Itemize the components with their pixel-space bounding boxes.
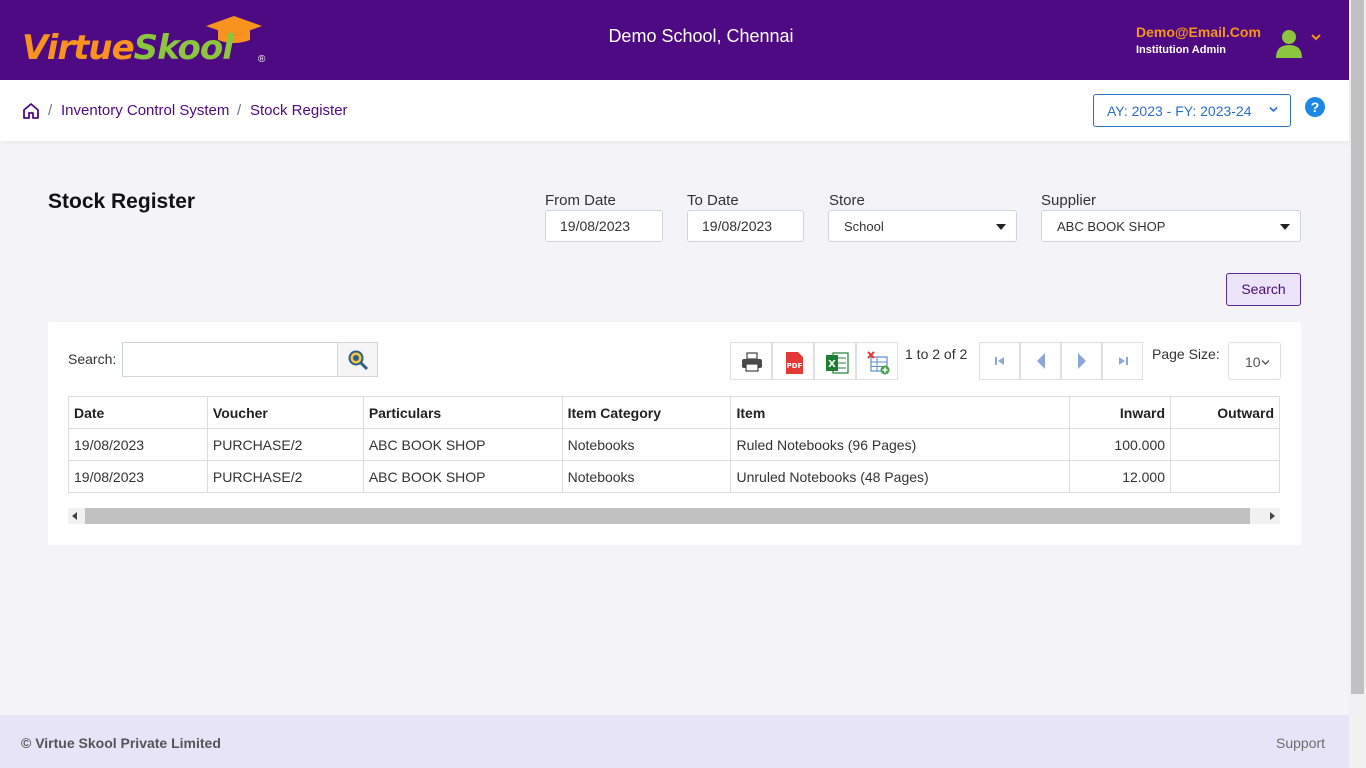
store-label: Store <box>829 192 865 209</box>
column-chooser-button[interactable] <box>856 342 898 380</box>
from-date-label: From Date <box>545 192 616 209</box>
print-button[interactable] <box>730 342 772 380</box>
column-header-item[interactable]: Item <box>730 396 1071 429</box>
support-link[interactable]: Support <box>1276 735 1325 751</box>
breadcrumb-separator: / <box>237 102 242 119</box>
scroll-left-icon[interactable] <box>72 512 77 520</box>
cell-date: 19/08/2023 <box>68 460 208 493</box>
cell-outward <box>1170 460 1280 493</box>
first-page-icon <box>995 357 1004 365</box>
horizontal-scrollbar[interactable] <box>68 508 1280 524</box>
column-header-outward[interactable]: Outward <box>1170 396 1280 429</box>
page-size-select[interactable]: 10 <box>1228 342 1281 380</box>
school-name: Demo School, Chennai <box>608 26 794 46</box>
table-header-row: Date Voucher Particulars Item Category I… <box>68 396 1280 429</box>
previous-page-button[interactable] <box>1020 342 1061 380</box>
last-page-icon <box>1119 357 1128 365</box>
page-title: Stock Register <box>48 190 196 213</box>
from-date-input[interactable]: 19/08/2023 <box>545 210 663 242</box>
pdf-icon: PDF <box>786 352 803 374</box>
svg-text:X: X <box>828 359 836 370</box>
cell-particulars: ABC BOOK SHOP <box>362 428 563 461</box>
to-date-label: To Date <box>687 192 739 209</box>
stock-register-table: Date Voucher Particulars Item Category I… <box>68 396 1280 493</box>
breadcrumb-bar: / Inventory Control System / Stock Regis… <box>0 80 1349 141</box>
chevron-down-icon[interactable] <box>1311 33 1321 41</box>
brand-part2: Skool <box>133 28 234 68</box>
export-excel-button[interactable]: X <box>814 342 856 380</box>
user-role: Institution Admin <box>1136 44 1227 56</box>
copyright-text: © Virtue Skool Private Limited <box>21 735 221 751</box>
grid-search-input[interactable] <box>122 342 337 377</box>
help-icon[interactable]: ? <box>1305 97 1325 117</box>
supplier-label: Supplier <box>1041 192 1097 209</box>
academic-year-value: AY: 2023 - FY: 2023-24 <box>1107 103 1252 119</box>
to-date-input[interactable]: 19/08/2023 <box>687 210 804 242</box>
first-page-button[interactable] <box>979 342 1020 380</box>
next-page-button[interactable] <box>1061 342 1102 380</box>
cell-item: Unruled Notebooks (48 Pages) <box>730 460 1071 493</box>
vertical-scrollbar[interactable] <box>1349 0 1366 768</box>
cell-inward: 100.000 <box>1069 428 1172 461</box>
stock-register-card: Search: PDF X 1 to 2 of 2 Page Size: 10 … <box>48 322 1301 545</box>
supplier-select[interactable]: ABC BOOK SHOP <box>1041 210 1301 242</box>
breadcrumb-separator: / <box>48 102 53 119</box>
record-count: 1 to 2 of 2 <box>905 346 968 362</box>
chevron-down-icon <box>1269 106 1278 113</box>
cell-particulars: ABC BOOK SHOP <box>362 460 563 493</box>
cell-outward <box>1170 428 1280 461</box>
footer: © Virtue Skool Private Limited Support <box>0 715 1349 768</box>
cell-inward: 12.000 <box>1069 460 1172 493</box>
page-size-label: Page Size: <box>1152 346 1220 362</box>
virtueskool-logo[interactable]: VirtueSkool ® <box>22 14 272 70</box>
chevron-down-icon <box>1261 360 1270 365</box>
grid-search-label: Search: <box>68 351 117 367</box>
column-header-inward[interactable]: Inward <box>1069 396 1172 429</box>
table-settings-icon <box>867 351 890 375</box>
excel-icon: X <box>826 352 849 374</box>
cell-item-category: Notebooks <box>561 460 732 493</box>
breadcrumb-inventory[interactable]: Inventory Control System <box>61 102 229 119</box>
scrollbar-thumb[interactable] <box>1351 0 1364 694</box>
academic-year-select[interactable]: AY: 2023 - FY: 2023-24 <box>1093 94 1291 127</box>
column-header-particulars[interactable]: Particulars <box>362 396 563 429</box>
grid-search-button[interactable] <box>337 342 378 377</box>
store-value: School <box>844 219 884 234</box>
magnifier-icon <box>348 350 369 371</box>
cell-item: Ruled Notebooks (96 Pages) <box>730 428 1071 461</box>
search-button[interactable]: Search <box>1226 273 1301 306</box>
caret-down-icon <box>1280 224 1290 230</box>
last-page-button[interactable] <box>1102 342 1143 380</box>
scroll-right-icon[interactable] <box>1270 512 1275 520</box>
printer-icon <box>742 352 762 372</box>
user-email[interactable]: Demo@Email.Com <box>1136 24 1261 40</box>
column-header-date[interactable]: Date <box>68 396 208 429</box>
column-header-voucher[interactable]: Voucher <box>206 396 364 429</box>
scrollbar-thumb[interactable] <box>85 508 1250 524</box>
breadcrumb-stock-register[interactable]: Stock Register <box>250 102 348 119</box>
registered-mark: ® <box>258 54 266 65</box>
next-page-icon <box>1078 353 1086 369</box>
cell-voucher: PURCHASE/2 <box>206 428 364 461</box>
table-row[interactable]: 19/08/2023 PURCHASE/2 ABC BOOK SHOP Note… <box>68 428 1280 461</box>
table-row[interactable]: 19/08/2023 PURCHASE/2 ABC BOOK SHOP Note… <box>68 460 1280 493</box>
export-pdf-button[interactable]: PDF <box>772 342 814 380</box>
column-header-item-category[interactable]: Item Category <box>561 396 732 429</box>
cell-item-category: Notebooks <box>561 428 732 461</box>
supplier-value: ABC BOOK SHOP <box>1057 219 1166 234</box>
brand-part1: Virtue <box>22 28 135 68</box>
svg-text:PDF: PDF <box>787 362 803 370</box>
user-avatar-icon[interactable] <box>1275 28 1303 58</box>
page-size-value: 10 <box>1245 354 1261 370</box>
top-header: VirtueSkool ® Demo School, Chennai Demo@… <box>0 0 1349 80</box>
cell-voucher: PURCHASE/2 <box>206 460 364 493</box>
previous-page-icon <box>1037 353 1045 369</box>
cell-date: 19/08/2023 <box>68 428 208 461</box>
store-select[interactable]: School <box>828 210 1017 242</box>
caret-down-icon <box>996 224 1006 230</box>
home-icon[interactable] <box>22 102 40 120</box>
